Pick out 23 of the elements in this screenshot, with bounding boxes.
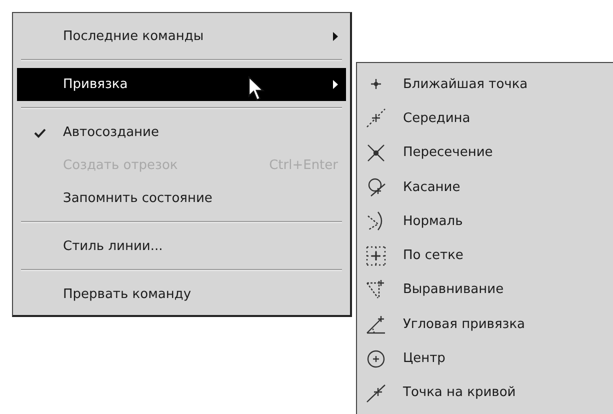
submenu-arrow-icon — [333, 32, 338, 41]
menu-item[interactable]: Последние команды — [17, 20, 346, 53]
menu-item[interactable]: Привязка — [17, 68, 346, 101]
menu-item[interactable]: Точка на кривой — [357, 376, 613, 410]
menu-item[interactable]: Ближайшая точка — [357, 67, 613, 102]
grid-snap-icon — [365, 244, 387, 267]
menu-item[interactable]: Центр — [357, 341, 613, 376]
menu-item[interactable]: Пересечение — [357, 136, 613, 170]
check-icon — [34, 128, 46, 138]
menu-item[interactable]: Прервать команду — [17, 278, 346, 311]
menu-item[interactable]: Нормаль — [357, 204, 613, 238]
intersection-icon — [365, 142, 387, 164]
menu-item[interactable]: Запомнить состояние — [17, 182, 346, 215]
submenu-arrow-icon — [333, 80, 338, 89]
menu-item[interactable]: Выравнивание — [357, 272, 613, 308]
menu-item[interactable]: По сетке — [357, 238, 613, 273]
menu-item[interactable]: Касание — [357, 170, 613, 204]
mouse-pointer-icon — [248, 76, 266, 102]
menu-item[interactable]: Стиль линии... — [17, 230, 346, 263]
center-icon — [365, 348, 387, 370]
menu-item[interactable]: Середина — [357, 101, 613, 136]
menu-item[interactable]: Автосоздание — [17, 116, 346, 149]
menu-item[interactable]: Угловая привязка — [357, 307, 613, 342]
